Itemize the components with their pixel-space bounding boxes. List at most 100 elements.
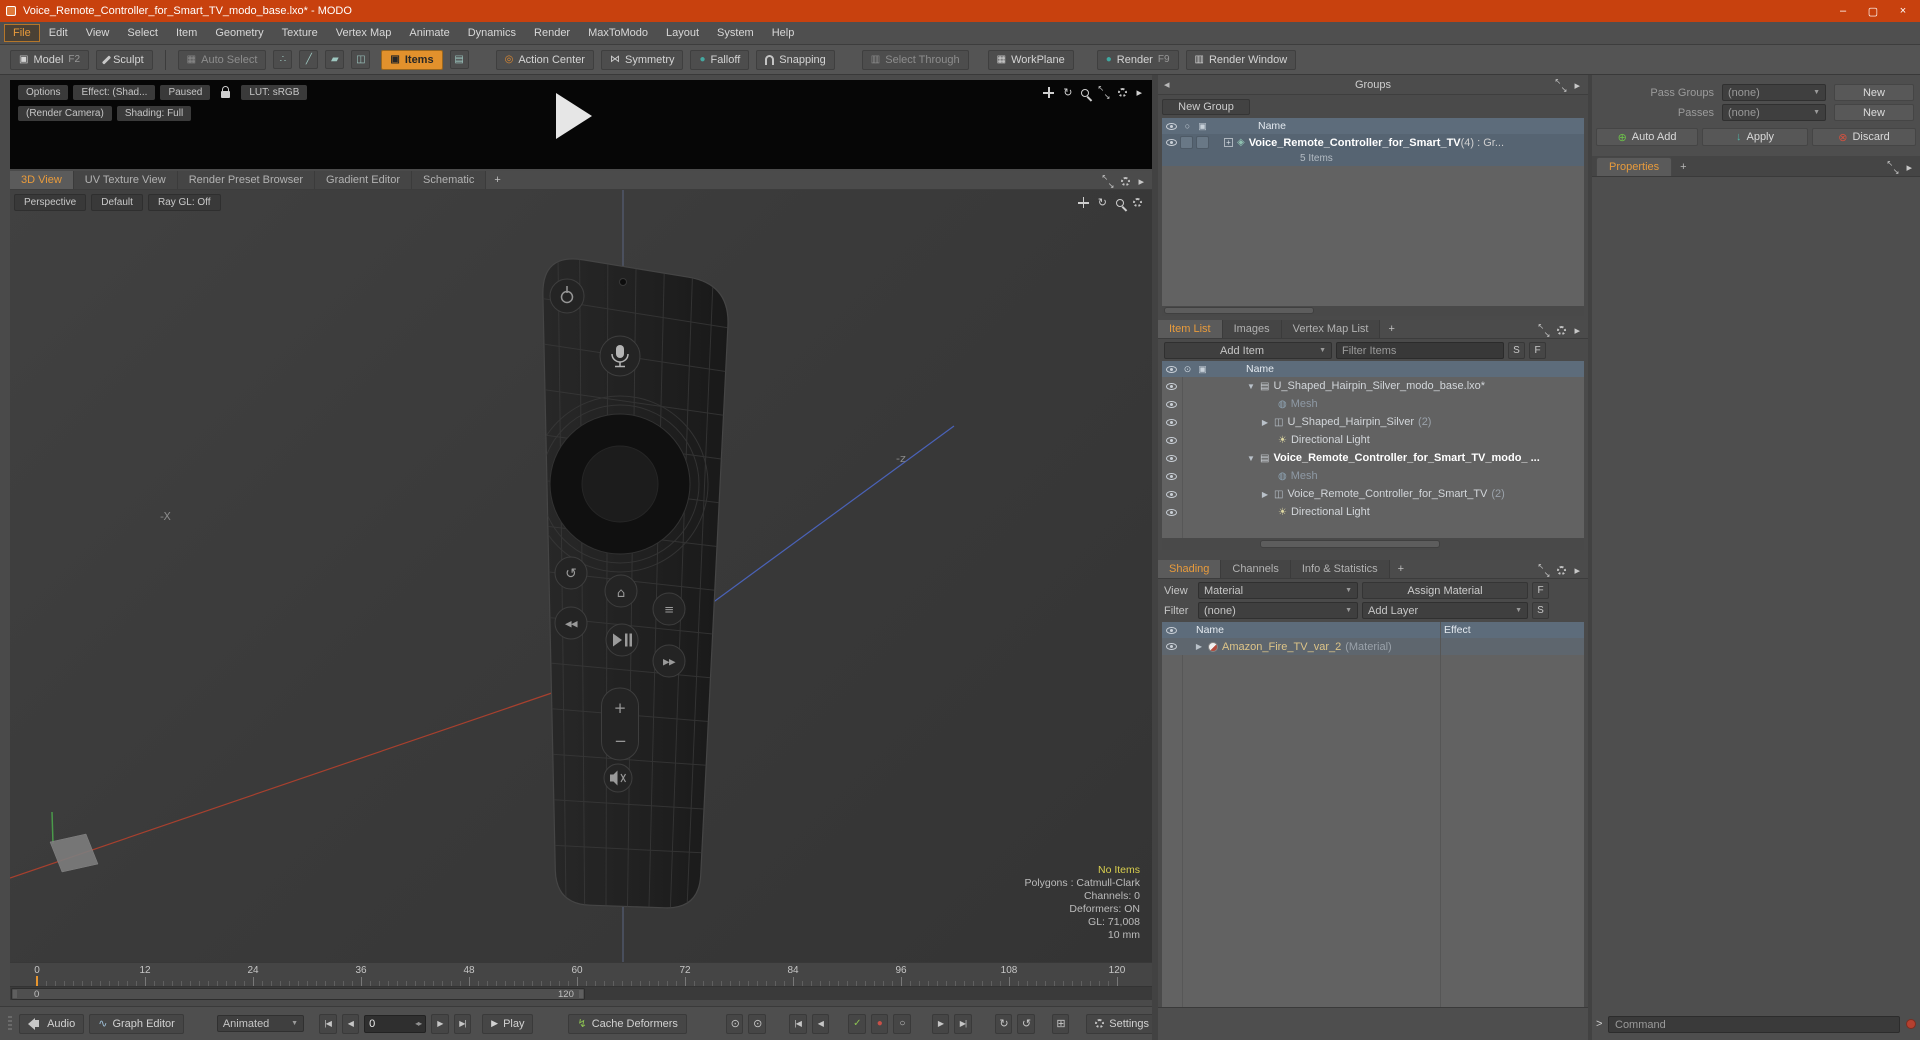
close-button[interactable]: × xyxy=(1888,0,1918,22)
perspective-button[interactable]: Perspective xyxy=(14,194,87,211)
snapping-button[interactable]: Snapping xyxy=(756,49,835,70)
eye-icon[interactable] xyxy=(1165,508,1177,516)
preview-effect-button[interactable]: Effect: (Shad... xyxy=(73,85,156,100)
tab-properties[interactable]: Properties xyxy=(1596,157,1673,176)
expand-icon[interactable] xyxy=(1554,77,1567,94)
eye-icon[interactable] xyxy=(1165,454,1177,462)
eye-icon[interactable] xyxy=(1165,626,1177,634)
menu-maxtomodo[interactable]: MaxToModo xyxy=(579,24,657,42)
itemlist-scrollbar[interactable] xyxy=(1162,538,1584,550)
expand-icon[interactable] xyxy=(1101,173,1114,190)
render-window-button[interactable]: ▥ Render Window xyxy=(1185,49,1297,70)
animation-mode-dropdown[interactable]: Animated ▼ xyxy=(216,1015,305,1032)
minimize-button[interactable]: – xyxy=(1828,0,1858,22)
new-pass-group-button[interactable]: New xyxy=(1834,84,1914,101)
keyable-check-icon[interactable]: ✓ xyxy=(848,1013,866,1034)
assign-material-button[interactable]: Assign Material xyxy=(1362,582,1528,599)
add-tab-button[interactable]: + xyxy=(1680,161,1686,173)
preview-camera-button[interactable]: (Render Camera) xyxy=(18,106,112,121)
tab-gradient-editor[interactable]: Gradient Editor xyxy=(315,171,412,189)
scrollbar-handle[interactable] xyxy=(1260,540,1440,548)
expand-icon[interactable] xyxy=(1886,159,1899,176)
tab-uv-texture-view[interactable]: UV Texture View xyxy=(73,171,178,189)
symmetry-button[interactable]: ⋈ Symmetry xyxy=(600,49,684,70)
render-button[interactable]: ● Render F9 xyxy=(1096,49,1179,70)
add-tab-button[interactable]: + xyxy=(486,171,508,189)
center-mode-icon[interactable]: ▤ xyxy=(449,50,469,69)
panel-arrow-icon[interactable]: ▸ xyxy=(1574,564,1580,577)
next-frame-key-button[interactable]: ▶ xyxy=(931,1013,950,1034)
search-mode-button[interactable]: S xyxy=(1508,342,1525,359)
menu-render[interactable]: Render xyxy=(525,24,579,42)
key-circle-icon[interactable]: ○ xyxy=(893,1013,911,1034)
add-tab-button[interactable]: + xyxy=(1380,320,1402,338)
render-preview[interactable]: Options Effect: (Shad... Paused LUT: sRG… xyxy=(10,80,1152,169)
tab-channels[interactable]: Channels xyxy=(1221,560,1291,578)
apply-button[interactable]: ↓ Apply xyxy=(1702,128,1808,146)
menu-vertex-map[interactable]: Vertex Map xyxy=(327,24,401,42)
zoom-icon[interactable] xyxy=(1081,88,1090,97)
prev-key-button[interactable]: |◀ xyxy=(788,1013,807,1034)
preview-shading-button[interactable]: Shading: Full xyxy=(116,106,192,121)
drag-grip-icon[interactable] xyxy=(8,1015,13,1032)
command-history-icon[interactable] xyxy=(1906,1019,1916,1029)
expander-closed-icon[interactable]: ▶ xyxy=(1194,642,1204,651)
tab-info-statistics[interactable]: Info & Statistics xyxy=(1290,560,1390,578)
eye-icon[interactable] xyxy=(1165,365,1177,373)
filter-mode-button[interactable]: F xyxy=(1529,342,1546,359)
tab-3d-view[interactable]: 3D View xyxy=(10,171,74,189)
panel-arrow-icon[interactable]: ▸ xyxy=(1906,161,1912,174)
play-preview-icon[interactable] xyxy=(556,93,592,139)
autokey-all-button[interactable]: ⊙ xyxy=(748,1013,766,1034)
panel-arrow-icon[interactable]: ▸ xyxy=(1136,86,1142,99)
rotate-icon[interactable]: ↻ xyxy=(1098,196,1107,209)
sculpt-button[interactable]: Sculpt xyxy=(96,49,153,70)
gear-icon[interactable] xyxy=(1121,177,1131,186)
maximize-button[interactable]: ▢ xyxy=(1858,0,1888,22)
action-center-button[interactable]: ◎ Action Center xyxy=(495,49,594,70)
menu-texture[interactable]: Texture xyxy=(273,24,327,42)
expander-closed-icon[interactable]: ▶ xyxy=(1260,418,1270,427)
audio-button[interactable]: Audio xyxy=(19,1013,85,1034)
panel-arrow-icon[interactable]: ▸ xyxy=(1138,175,1144,188)
tab-render-preset-browser[interactable]: Render Preset Browser xyxy=(177,171,316,189)
menu-edit[interactable]: Edit xyxy=(40,24,77,42)
record-icon[interactable]: ● xyxy=(870,1013,889,1034)
menu-animate[interactable]: Animate xyxy=(400,24,458,42)
tab-images[interactable]: Images xyxy=(1222,320,1282,338)
eye-icon[interactable] xyxy=(1165,122,1177,130)
list-item-scene[interactable]: ▼ ▤ U_Shaped_Hairpin_Silver_modo_base.lx… xyxy=(1162,377,1584,395)
material-row[interactable]: ▶ Amazon_Fire_TV_var_2 (Material) xyxy=(1162,638,1584,655)
groups-panel-header[interactable]: ◂ Groups ▸ xyxy=(1158,75,1588,95)
menu-help[interactable]: Help xyxy=(763,24,804,42)
play-button[interactable]: ▶ Play xyxy=(482,1013,534,1034)
filter-items-input[interactable] xyxy=(1336,342,1504,359)
eye-icon[interactable] xyxy=(1165,382,1177,390)
tab-schematic[interactable]: Schematic xyxy=(412,171,487,189)
step-back-button[interactable]: ◀ xyxy=(341,1013,360,1034)
passes-dropdown[interactable]: (none) ▼ xyxy=(1722,104,1826,121)
menu-geometry[interactable]: Geometry xyxy=(206,24,272,42)
auto-add-button[interactable]: ⊕ Auto Add xyxy=(1596,128,1698,146)
gear-icon[interactable] xyxy=(1557,566,1567,575)
list-item-group[interactable]: ▶ ◫ U_Shaped_Hairpin_Silver (2) xyxy=(1162,413,1584,431)
raygl-button[interactable]: Ray GL: Off xyxy=(147,194,221,211)
gear-icon[interactable] xyxy=(1118,88,1128,97)
menu-item[interactable]: Item xyxy=(167,24,206,42)
add-tab-button[interactable]: + xyxy=(1390,560,1412,578)
preview-lut-button[interactable]: LUT: sRGB xyxy=(241,85,308,100)
menu-layout[interactable]: Layout xyxy=(657,24,708,42)
scrollbar-handle[interactable] xyxy=(1164,307,1314,314)
tab-vertex-map-list[interactable]: Vertex Map List xyxy=(1281,320,1381,338)
discard-button[interactable]: ⊗ Discard xyxy=(1812,128,1916,146)
tab-item-list[interactable]: Item List xyxy=(1158,320,1223,338)
falloff-button[interactable]: ● Falloff xyxy=(690,49,750,70)
new-pass-button[interactable]: New xyxy=(1834,104,1914,121)
grid-toggle-button[interactable]: ⊞ xyxy=(1051,1013,1070,1034)
next-key-button[interactable]: ▶| xyxy=(954,1013,972,1034)
list-item-group[interactable]: ▶ ◫ Voice_Remote_Controller_for_Smart_TV… xyxy=(1162,485,1584,503)
view-dropdown[interactable]: Material ▼ xyxy=(1198,582,1358,599)
eye-icon[interactable] xyxy=(1165,400,1177,408)
eye-icon[interactable] xyxy=(1165,139,1177,146)
menu-file[interactable]: File xyxy=(4,24,40,42)
